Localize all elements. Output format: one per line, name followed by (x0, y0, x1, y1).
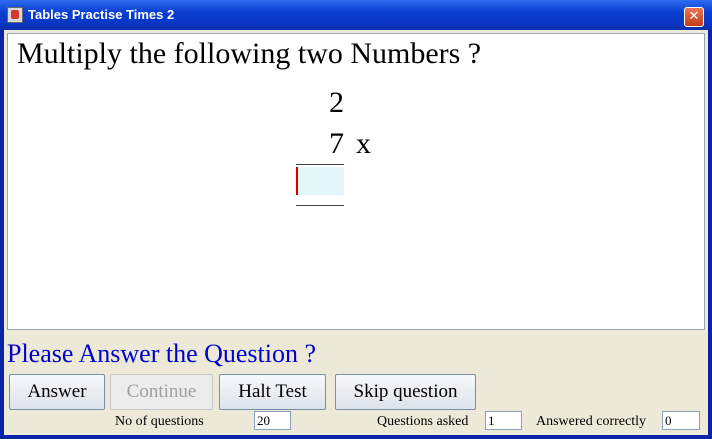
skip-question-button[interactable]: Skip question (335, 374, 476, 410)
questions-asked-label: Questions asked (377, 414, 469, 429)
no-of-questions-label: No of questions (115, 414, 204, 429)
answer-button[interactable]: Answer (9, 374, 105, 410)
sum-line-top (296, 164, 344, 165)
status-message: Please Answer the Question ? (7, 339, 317, 368)
window-content: Multiply the following two Numbers ? 2 7… (4, 30, 708, 435)
question-instruction: Multiply the following two Numbers ? (17, 37, 482, 70)
second-number: 7 (329, 127, 344, 160)
no-of-questions-field[interactable]: 20 (254, 411, 291, 430)
answered-correctly-field[interactable]: 0 (662, 411, 700, 430)
multiply-operator: x (356, 127, 371, 160)
questions-asked-field[interactable]: 1 (485, 411, 522, 430)
answered-correctly-label: Answered correctly (536, 414, 647, 429)
question-panel: Multiply the following two Numbers ? 2 7… (7, 33, 705, 330)
app-window: Tables Practise Times 2 ✕ Multiply the f… (0, 0, 712, 439)
close-button[interactable]: ✕ (684, 7, 704, 27)
first-number: 2 (329, 86, 344, 119)
title-bar[interactable]: Tables Practise Times 2 ✕ (0, 0, 712, 30)
java-cup-icon (7, 7, 23, 23)
halt-test-button[interactable]: Halt Test (219, 374, 326, 410)
window-title: Tables Practise Times 2 (28, 7, 175, 22)
sum-line-bottom (296, 205, 344, 206)
continue-button[interactable]: Continue (110, 374, 213, 410)
answer-input[interactable] (296, 167, 344, 195)
